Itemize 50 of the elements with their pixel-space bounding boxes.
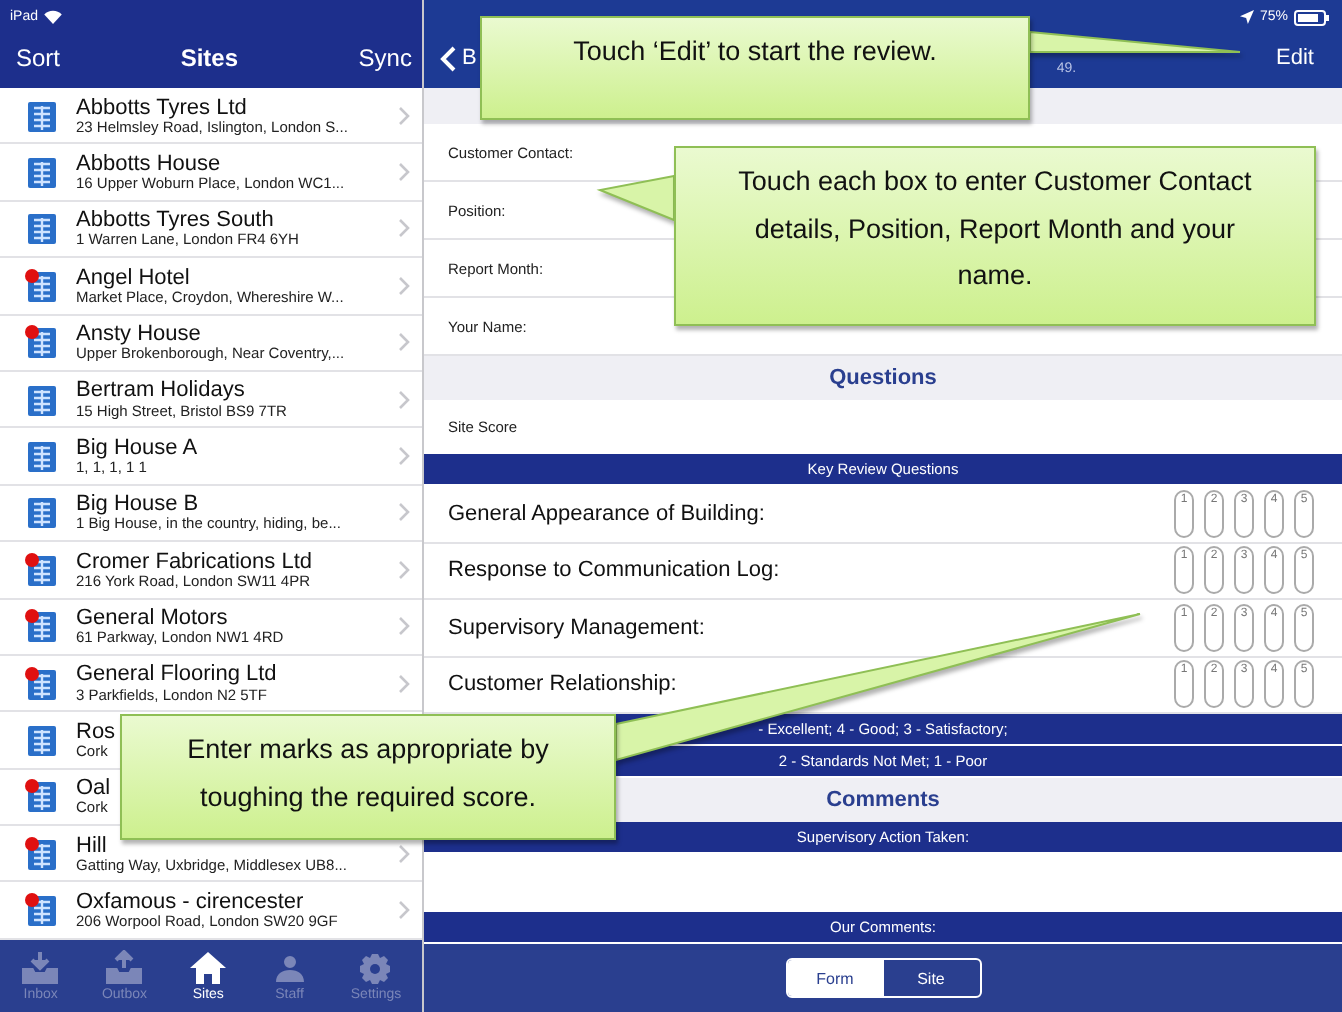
chevron-icon xyxy=(398,559,410,580)
chevron-icon xyxy=(398,162,410,183)
home-icon xyxy=(188,950,229,986)
chevron-icon xyxy=(398,502,410,523)
site-name: Ansty House xyxy=(76,322,201,347)
segment-tab[interactable]: Form xyxy=(787,960,883,996)
site-name: Oxfamous - cirencester xyxy=(76,889,304,915)
sync-button[interactable]: Sync xyxy=(358,44,412,72)
site-name: Oal xyxy=(76,776,111,801)
chevron-icon xyxy=(398,218,410,239)
sort-button[interactable]: Sort xyxy=(16,44,61,72)
edit-button[interactable]: Edit xyxy=(1276,46,1314,70)
section-heading: Comments xyxy=(826,788,940,812)
site-name: Angel Hotel xyxy=(76,265,190,290)
site-name: Big House A xyxy=(76,435,198,460)
site-name: Cromer Fabrications Ltd xyxy=(76,549,312,574)
back-button[interactable]: B xyxy=(440,45,477,71)
back-chevron-icon xyxy=(440,45,456,71)
site-name: Hill xyxy=(76,833,107,858)
question-label: Supervisory Management: xyxy=(448,615,707,640)
chevron-icon xyxy=(398,673,410,694)
site-name: Big House B xyxy=(76,492,199,517)
tooltip-text: Touch each box to enter Customer Contact details, Position, Report Month and your name. xyxy=(736,164,1254,295)
site-name: Abbotts Tyres South xyxy=(76,208,274,233)
tooltip-text: Touch ‘Edit’ to start the review. xyxy=(573,34,937,70)
sites-title: Sites xyxy=(180,44,238,72)
chevron-icon xyxy=(398,275,410,296)
chevron-icon xyxy=(398,105,410,126)
chevron-icon xyxy=(398,900,410,921)
site-name: General Motors xyxy=(76,606,228,631)
outbox-icon xyxy=(104,950,145,986)
chevron-icon xyxy=(398,389,410,410)
chevron-icon xyxy=(398,616,410,637)
question-label: General Appearance of Building: xyxy=(448,501,767,526)
site-name: Abbotts House xyxy=(76,151,221,176)
chevron-icon xyxy=(398,843,410,864)
site-name: Bertram Holidays xyxy=(76,378,245,404)
location-arrow-icon xyxy=(1239,10,1254,24)
section-heading: Questions xyxy=(829,366,937,390)
segment-tab[interactable]: Site xyxy=(883,960,979,996)
question-label: Response to Communication Log: xyxy=(448,558,782,583)
battery-icon xyxy=(1294,9,1330,25)
chevron-icon xyxy=(398,332,410,353)
chevron-icon xyxy=(398,446,410,467)
site-name: Ros xyxy=(76,719,116,744)
question-label: Customer Relationship: xyxy=(448,672,679,697)
site-name: Abbotts Tyres Ltd xyxy=(76,95,247,120)
inbox-icon xyxy=(20,950,61,986)
wifi-icon xyxy=(44,10,63,24)
site-name: General Flooring Ltd xyxy=(76,662,277,688)
